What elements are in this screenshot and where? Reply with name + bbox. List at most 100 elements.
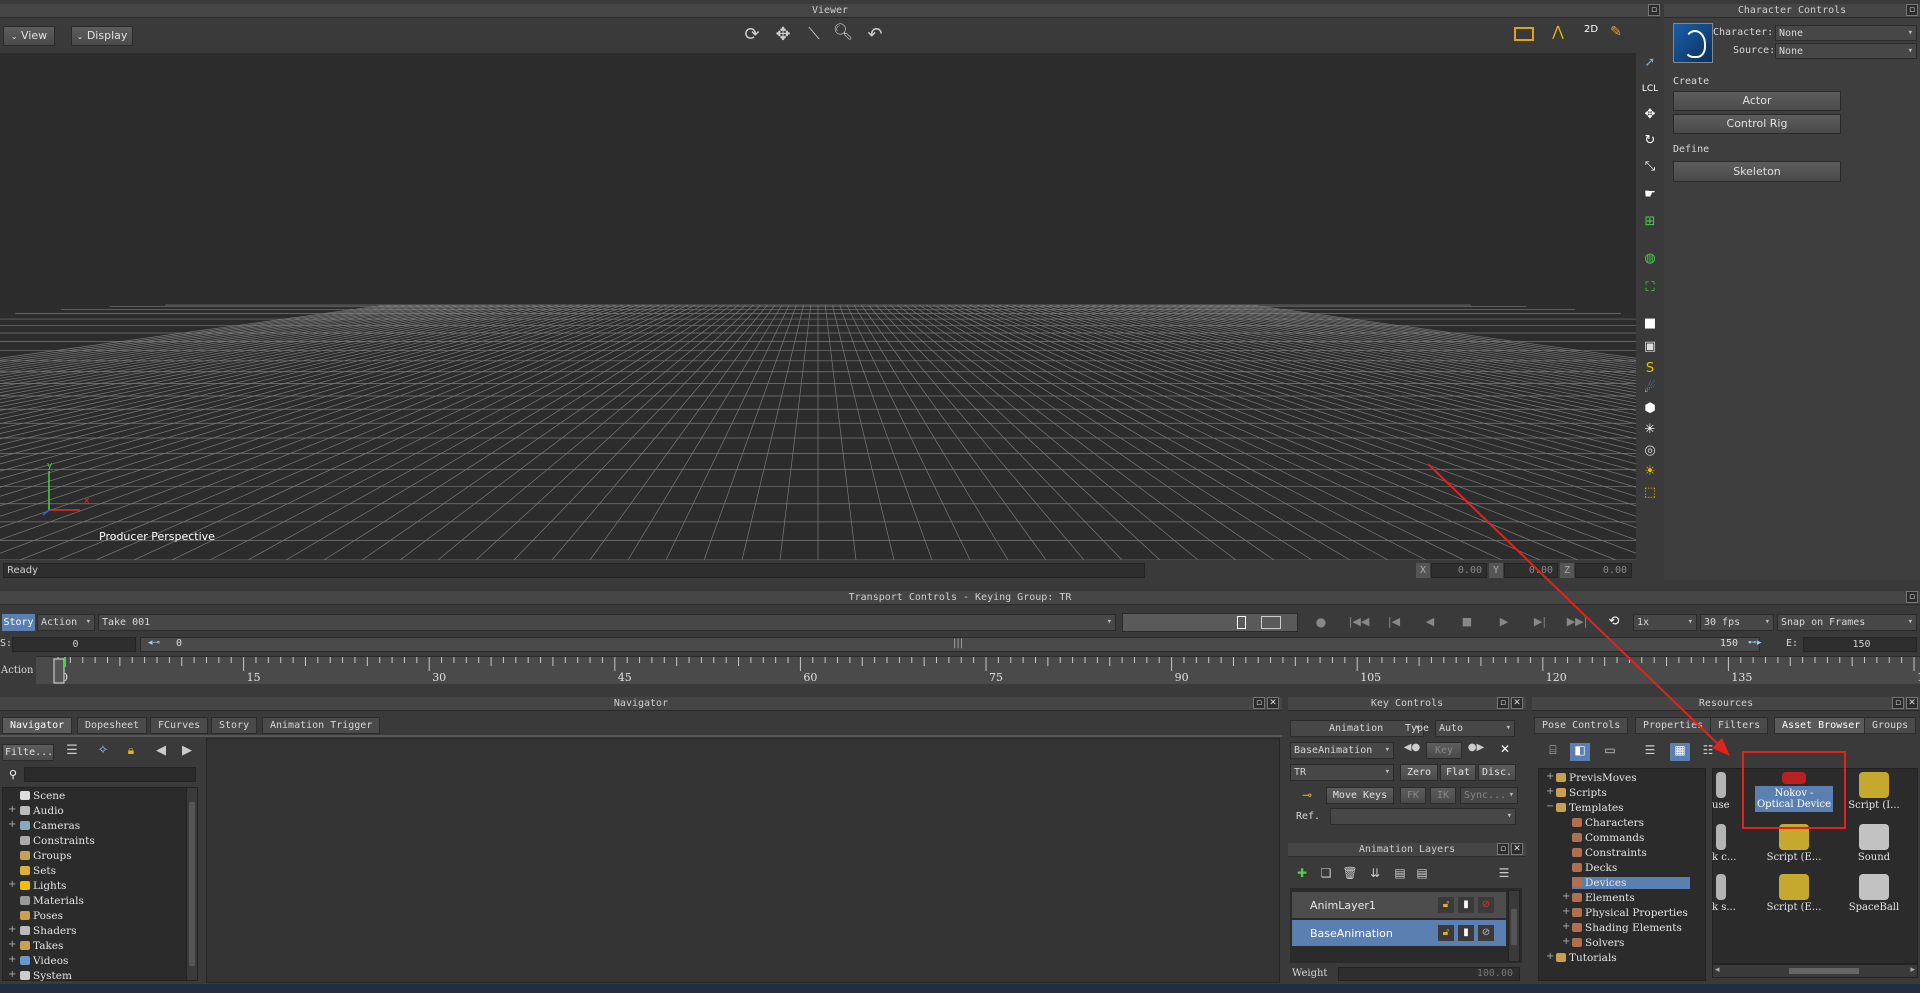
tab-navigator[interactable]: Navigator	[2, 717, 73, 734]
navigator-tree-item[interactable]: Videos	[20, 955, 68, 967]
navigator-tree-item[interactable]: Sets	[20, 865, 56, 877]
tree-expand-icon[interactable]: −	[1546, 801, 1554, 812]
resources-tree-item[interactable]: Characters	[1572, 817, 1644, 829]
resources-tree-item[interactable]: PrevisMoves	[1556, 772, 1637, 784]
display-menu-button[interactable]: ⌄ Display	[71, 26, 133, 46]
range-start-handle-icon[interactable]: ◂⊸	[148, 638, 160, 648]
tab-groups[interactable]: Groups	[1864, 717, 1917, 734]
delete-layer-icon[interactable]: 🗑︎	[1340, 866, 1360, 884]
navigator-float-button[interactable]: ▫	[1253, 697, 1265, 709]
duplicate-layer-icon[interactable]: ❏	[1316, 866, 1336, 884]
resources-tree-item[interactable]: Solvers	[1572, 937, 1624, 949]
film-strip-icon[interactable]	[1514, 27, 1534, 41]
layers-menu-icon[interactable]: ☰	[1494, 866, 1514, 884]
key-controls-float-button[interactable]: ▫	[1497, 697, 1509, 709]
resources-tree-item[interactable]: Elements	[1572, 892, 1635, 904]
asset-item[interactable]: Nokov - Optical Device	[1755, 772, 1833, 812]
light-bulb-icon[interactable]: ☄	[1640, 380, 1660, 398]
layers-scrollbar[interactable]	[1508, 890, 1520, 962]
layer-solo-icon[interactable]: ▮	[1458, 897, 1474, 913]
merge-layer-icon[interactable]: ⇊	[1365, 866, 1385, 884]
asset-item[interactable]: Script (I...	[1842, 772, 1906, 811]
layer-mute-icon[interactable]: ⊘	[1478, 897, 1494, 913]
manipulate-icon[interactable]: ☛	[1640, 186, 1660, 204]
tab-fcurves[interactable]: FCurves	[150, 717, 209, 734]
resources-tree-item[interactable]: Shading Elements	[1572, 922, 1682, 934]
move-keys-button[interactable]: Move Keys	[1326, 787, 1394, 804]
arc-icon[interactable]: ↶	[862, 24, 888, 46]
scroll-right-icon[interactable]: ▸	[1910, 965, 1915, 975]
actor-button[interactable]: Actor	[1673, 91, 1841, 111]
loop-icon[interactable]: ⟲	[1600, 614, 1628, 632]
resources-close-button[interactable]: ✕	[1906, 697, 1918, 709]
play-icon[interactable]: ▶	[1494, 615, 1514, 631]
asset-item[interactable]: Script (E...	[1762, 874, 1826, 913]
single-view-icon[interactable]: ▭	[1600, 743, 1620, 761]
back-arrow-icon[interactable]: ◀	[152, 743, 170, 761]
range-slider[interactable]	[140, 637, 1760, 652]
cube-wire-icon[interactable]: ▣	[1640, 338, 1660, 356]
tree-expand-icon[interactable]: +	[1562, 891, 1570, 902]
key-controls-close-button[interactable]: ✕	[1511, 697, 1523, 709]
end-frame-field[interactable]: 150	[1803, 637, 1917, 652]
detail-view-icon[interactable]: ☷	[1698, 743, 1718, 761]
navigator-tree-item[interactable]: Groups	[20, 850, 72, 862]
resources-tree-item[interactable]: Physical Properties	[1572, 907, 1688, 919]
go-start-icon[interactable]: |◀◀	[1347, 615, 1371, 631]
forward-arrow-icon[interactable]: ▶	[178, 743, 196, 761]
hexagon-icon[interactable]: ⬢	[1640, 400, 1660, 418]
tree-expand-icon[interactable]: +	[1562, 936, 1570, 947]
scale-icon[interactable]: ⤡	[1640, 158, 1660, 176]
local-space-icon[interactable]: LCL	[1640, 80, 1660, 98]
tree-expand-icon[interactable]: +	[1562, 921, 1570, 932]
disc-button[interactable]: Disc.	[1478, 764, 1516, 781]
asset-item[interactable]: Sound	[1842, 824, 1906, 863]
icon-view-icon[interactable]: ▦	[1670, 743, 1690, 761]
navigator-tree-item[interactable]: Cameras	[20, 820, 80, 832]
tree-expand-icon[interactable]: +	[8, 819, 16, 830]
layer-row-animlayer1[interactable]: AnimLayer1 🔓︎ ▮ ⊘	[1292, 892, 1506, 918]
action-mode-dropdown[interactable]: Action	[37, 614, 95, 631]
key-filter-icon[interactable]: ⊸	[1292, 788, 1322, 804]
asset-item[interactable]: k c...	[1712, 824, 1752, 863]
tree-expand-icon[interactable]: +	[8, 924, 16, 935]
record-icon[interactable]: ●	[1311, 615, 1331, 631]
split-view-icon[interactable]: ◧	[1570, 743, 1590, 761]
tree-expand-icon[interactable]: +	[1562, 906, 1570, 917]
character-controls-float-button[interactable]: ▫	[1906, 4, 1918, 16]
asset-hscrollbar[interactable]: ◂ ▸	[1712, 964, 1918, 978]
fps-dropdown[interactable]: 30 fps	[1700, 614, 1774, 631]
tree-expand-icon[interactable]: +	[1546, 786, 1554, 797]
layer-lock-icon[interactable]: 🔓︎	[1438, 925, 1454, 941]
navigator-tree-item[interactable]: Shaders	[20, 925, 77, 937]
spiral-icon[interactable]: ◎	[1640, 442, 1660, 460]
pan-icon[interactable]: ✥	[772, 24, 794, 46]
playhead[interactable]	[53, 658, 65, 684]
navigator-tree-item[interactable]: Constraints	[20, 835, 95, 847]
curve-icon[interactable]: S	[1640, 360, 1660, 378]
snap-dropdown[interactable]: Snap on Frames	[1777, 614, 1917, 631]
go-end-icon[interactable]: ▶▶|	[1565, 615, 1589, 631]
tree-view-icon[interactable]: ⌸	[1544, 743, 1562, 761]
rotate-icon[interactable]: ↻	[1640, 132, 1660, 150]
tree-expand-icon[interactable]: +	[8, 939, 16, 950]
key-button[interactable]: Key	[1426, 742, 1462, 759]
tab-dopesheet[interactable]: Dopesheet	[77, 717, 148, 734]
delete-key-icon[interactable]: ✕	[1496, 742, 1514, 759]
character-dropdown[interactable]: None	[1775, 25, 1917, 41]
navigator-search-input[interactable]	[24, 767, 196, 782]
double-frame-icon[interactable]	[1261, 616, 1281, 629]
asset-item[interactable]: SpaceBall	[1842, 874, 1906, 913]
start-frame-field[interactable]: 0	[12, 637, 136, 652]
list-view-icon[interactable]: ☰	[1640, 743, 1660, 761]
time-ruler[interactable]: 0153045607590105120135150	[36, 656, 1920, 684]
play-reverse-icon[interactable]: ◀	[1420, 615, 1440, 631]
tab-animation-trigger[interactable]: Animation Trigger	[262, 717, 381, 734]
keying-group-dropdown[interactable]: TR	[1290, 764, 1394, 781]
select-arrow-icon[interactable]: ➚	[1640, 54, 1660, 72]
navigator-content-area[interactable]	[206, 738, 1280, 983]
speed-dropdown[interactable]: 1x	[1633, 614, 1697, 631]
navigator-tree-item[interactable]: Poses	[20, 910, 63, 922]
tree-expand-icon[interactable]: +	[8, 804, 16, 815]
layer-lock-icon[interactable]: 🔓︎	[1438, 897, 1454, 913]
